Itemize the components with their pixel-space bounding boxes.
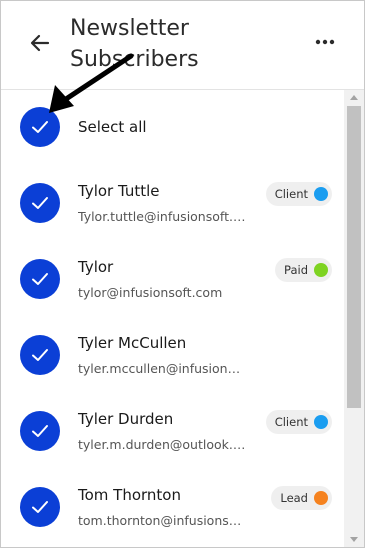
check-icon <box>32 501 48 513</box>
subscriber-row[interactable]: Tyler McCullen tyler.mccullen@infusionsof… <box>1 318 344 394</box>
check-icon <box>32 121 48 133</box>
tag-color-dot <box>314 415 328 429</box>
tag-label: Paid <box>284 263 308 277</box>
tag-color-dot <box>314 491 328 505</box>
tag-badge: Lead <box>271 486 332 510</box>
check-icon <box>32 349 48 361</box>
check-icon <box>32 273 48 285</box>
more-horizontal-icon <box>315 39 335 45</box>
check-icon <box>32 197 48 209</box>
subscriber-email: tylor@infusionsoft.com <box>78 285 223 300</box>
subscriber-row[interactable]: Tylor tylor@infusionsoft.com Paid <box>1 242 344 318</box>
subscriber-checkbox[interactable] <box>20 183 60 223</box>
subscriber-checkbox[interactable] <box>20 259 60 299</box>
scroll-down-arrow-icon[interactable] <box>350 537 358 542</box>
select-all-checkbox[interactable] <box>20 107 60 147</box>
scroll-thumb[interactable] <box>347 106 361 408</box>
tag-label: Lead <box>280 491 308 505</box>
check-icon <box>32 425 48 437</box>
select-all-row[interactable]: Select all <box>1 90 344 166</box>
subscriber-name: Tyler Durden <box>78 410 174 428</box>
header: Newsletter Subscribers <box>1 1 364 90</box>
arrow-left-icon <box>30 34 50 52</box>
subscriber-email: Tylor.tuttle@infusionsoft.com <box>78 209 246 224</box>
subscriber-row[interactable]: Tom Thornton tom.thornton@infusionsoft.co… <box>1 470 344 546</box>
tag-color-dot <box>314 187 328 201</box>
subscriber-email: tyler.mccullen@infusionsoft.com <box>78 361 246 376</box>
subscriber-checkbox[interactable] <box>20 487 60 527</box>
tag-color-dot <box>314 263 328 277</box>
scroll-up-arrow-icon[interactable] <box>350 95 358 100</box>
scrollbar[interactable] <box>344 90 364 547</box>
subscriber-name: Tyler McCullen <box>78 334 187 352</box>
tag-label: Client <box>274 415 308 429</box>
subscriber-list: Select all Tylor Tuttle Tylor.tuttle@infu… <box>1 90 344 547</box>
tag-label: Client <box>274 187 308 201</box>
select-all-label: Select all <box>78 118 147 136</box>
more-options-button[interactable] <box>312 32 338 52</box>
tag-badge: Client <box>265 182 332 206</box>
subscriber-name: Tylor <box>78 258 114 276</box>
subscriber-email: tyler.m.durden@outlook.com <box>78 437 246 452</box>
subscriber-name: Tylor Tuttle <box>78 182 160 200</box>
subscriber-email: tom.thornton@infusionsoft.com <box>78 513 246 528</box>
subscriber-name: Tom Thornton <box>78 486 181 504</box>
page-title: Newsletter Subscribers <box>70 16 199 72</box>
back-button[interactable] <box>28 31 52 55</box>
subscriber-row[interactable]: Tylor Tuttle Tylor.tuttle@infusionsoft.co… <box>1 166 344 242</box>
app-frame: Newsletter Subscribers Select all Tylor … <box>0 0 365 548</box>
subscriber-row[interactable]: Tyler Durden tyler.m.durden@outlook.com Cl… <box>1 394 344 470</box>
tag-badge: Paid <box>275 258 332 282</box>
subscriber-checkbox[interactable] <box>20 335 60 375</box>
tag-badge: Client <box>265 410 332 434</box>
subscriber-checkbox[interactable] <box>20 411 60 451</box>
